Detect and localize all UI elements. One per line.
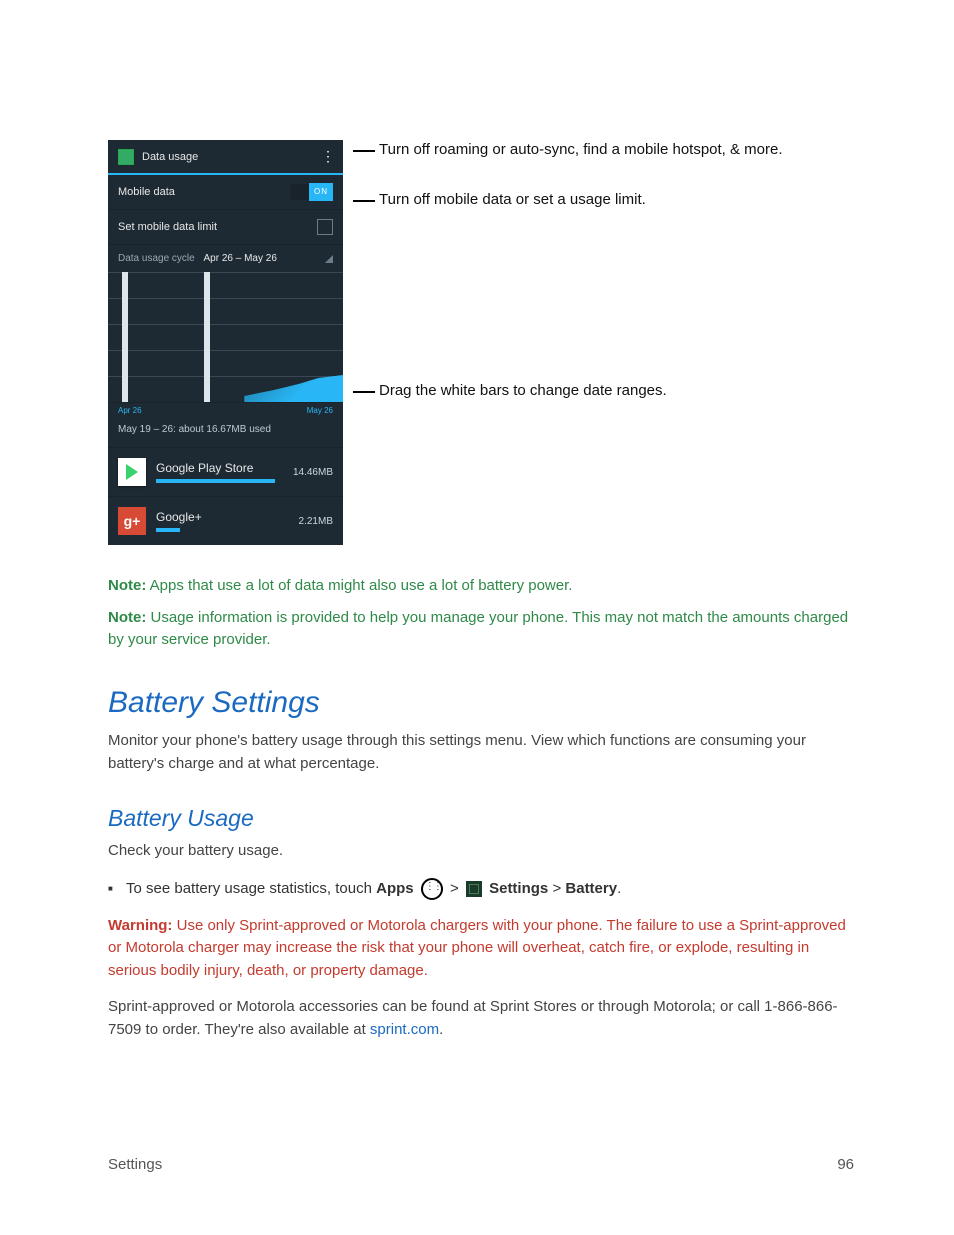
range-handle-right[interactable] bbox=[204, 272, 210, 402]
apps-grid-icon bbox=[421, 878, 443, 900]
app-row-play-store[interactable]: Google Play Store 14.46MB bbox=[108, 447, 343, 496]
mobile-data-toggle[interactable]: ON bbox=[291, 184, 333, 200]
usage-chart[interactable] bbox=[108, 272, 343, 403]
app-row-google-plus[interactable]: g+ Google+ 2.21MB bbox=[108, 496, 343, 545]
range-usage-text: May 19 – 26: about 16.67MB used bbox=[108, 418, 343, 447]
axis-start: Apr 26 bbox=[118, 406, 142, 415]
chart-axis: Apr 26 May 26 bbox=[108, 403, 343, 418]
warning-label: Warning: bbox=[108, 917, 172, 934]
axis-end: May 26 bbox=[307, 406, 333, 415]
data-usage-icon bbox=[118, 149, 134, 165]
callout-drag-bars: Drag the white bars to change date range… bbox=[365, 381, 783, 401]
set-limit-label: Set mobile data limit bbox=[118, 221, 217, 233]
figure-block: Data usage ⋮ Mobile data ON Set mobile d… bbox=[108, 140, 854, 545]
callout-column: Turn off roaming or auto-sync, find a mo… bbox=[343, 140, 783, 415]
step-list: To see battery usage statistics, touch A… bbox=[108, 877, 854, 901]
settings-word: Settings bbox=[489, 880, 548, 897]
app-size: 2.21MB bbox=[299, 516, 333, 527]
mobile-data-row[interactable]: Mobile data ON bbox=[108, 175, 343, 210]
callout-overflow: Turn off roaming or auto-sync, find a mo… bbox=[365, 140, 783, 160]
play-store-icon bbox=[118, 458, 146, 486]
phone-screenshot: Data usage ⋮ Mobile data ON Set mobile d… bbox=[108, 140, 343, 545]
callout-limit: Turn off mobile data or set a usage limi… bbox=[365, 190, 783, 210]
toggle-on-label: ON bbox=[309, 183, 333, 201]
settings-icon bbox=[466, 881, 482, 897]
closing-paragraph: Sprint-approved or Motorola accessories … bbox=[108, 996, 854, 1041]
app-usage-bar bbox=[156, 479, 275, 483]
note-2: Note: Usage information is provided to h… bbox=[108, 607, 854, 651]
note-label: Note: bbox=[108, 609, 146, 626]
data-cycle-row[interactable]: Data usage cycle Apr 26 – May 26 bbox=[108, 245, 343, 272]
app-name: Google Play Store bbox=[156, 461, 285, 475]
app-size: 14.46MB bbox=[293, 467, 333, 478]
step-view-battery-stats: To see battery usage statistics, touch A… bbox=[126, 877, 854, 901]
mobile-data-label: Mobile data bbox=[118, 186, 175, 198]
section-heading-battery-settings: Battery Settings bbox=[108, 686, 854, 720]
range-handle-left[interactable] bbox=[122, 272, 128, 402]
footer-page-number: 96 bbox=[837, 1156, 854, 1173]
app-usage-bar bbox=[156, 528, 180, 532]
subsection-heading-battery-usage: Battery Usage bbox=[108, 805, 854, 832]
set-limit-row[interactable]: Set mobile data limit bbox=[108, 210, 343, 245]
overflow-menu-icon[interactable]: ⋮ bbox=[321, 148, 333, 165]
section-intro: Monitor your phone's battery usage throu… bbox=[108, 730, 854, 775]
cycle-range: Apr 26 – May 26 bbox=[204, 253, 277, 264]
footer-section-name: Settings bbox=[108, 1156, 162, 1173]
screenshot-titlebar: Data usage ⋮ bbox=[108, 140, 343, 175]
battery-word: Battery bbox=[565, 880, 617, 897]
google-plus-icon: g+ bbox=[118, 507, 146, 535]
document-page: Data usage ⋮ Mobile data ON Set mobile d… bbox=[0, 0, 954, 1235]
dropdown-triangle-icon bbox=[325, 255, 333, 263]
screenshot-title: Data usage bbox=[142, 151, 198, 163]
cycle-label: Data usage cycle bbox=[118, 253, 195, 264]
note-1: Note: Apps that use a lot of data might … bbox=[108, 575, 854, 597]
subsection-intro: Check your battery usage. bbox=[108, 840, 854, 863]
app-name: Google+ bbox=[156, 510, 291, 524]
set-limit-checkbox[interactable] bbox=[317, 219, 333, 235]
note-label: Note: bbox=[108, 577, 146, 594]
apps-word: Apps bbox=[376, 880, 414, 897]
page-footer: Settings 96 bbox=[108, 1156, 854, 1173]
sprint-link[interactable]: sprint.com bbox=[370, 1021, 439, 1038]
warning-paragraph: Warning: Use only Sprint-approved or Mot… bbox=[108, 915, 854, 983]
usage-area-fill bbox=[244, 372, 343, 402]
